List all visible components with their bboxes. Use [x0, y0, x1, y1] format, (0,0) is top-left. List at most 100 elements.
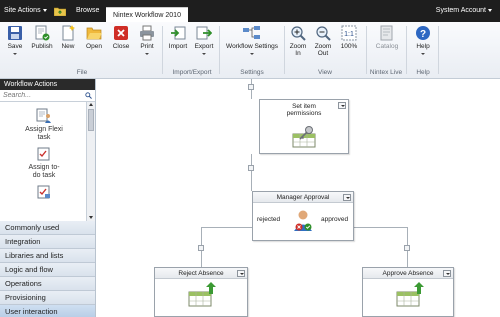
printer-icon [140, 25, 154, 41]
workflow-settings-icon [243, 26, 260, 39]
chevron-down-icon [421, 53, 425, 55]
zoom-in-icon [291, 26, 306, 41]
assign-flexi-task-icon [36, 108, 51, 123]
scrollbar-thumb[interactable] [88, 109, 94, 131]
category-logic-and-flow[interactable]: Logic and flow [0, 263, 95, 277]
ribbon-separator [219, 26, 220, 74]
catalog-icon [380, 25, 393, 41]
group-label-help: Help [416, 69, 430, 76]
group-label-nintex-live: Nintex Live [369, 69, 403, 76]
node-menu-button[interactable] [237, 270, 245, 277]
zoom-out-icon [316, 26, 331, 41]
search-input[interactable] [0, 90, 86, 101]
import-button[interactable]: Import [166, 25, 190, 50]
tab-browse[interactable]: Browse [76, 0, 99, 22]
action-list: Assign Flexi task Assign to-do task [0, 102, 95, 221]
node-title: Reject Absence [155, 268, 247, 279]
chevron-down-icon [42, 8, 47, 12]
open-button[interactable]: Open [82, 25, 106, 50]
ribbon-separator [438, 26, 439, 74]
svg-text:?: ? [420, 29, 426, 40]
zoom-100-icon: 1:1 [341, 25, 357, 41]
close-icon [114, 26, 128, 40]
node-menu-button[interactable] [338, 102, 346, 109]
branch-label-rejected: rejected [257, 216, 281, 223]
chevron-down-icon [488, 8, 492, 12]
action-assign-todo-task[interactable]: Assign to-do task [4, 146, 84, 180]
print-button[interactable]: Print [136, 25, 158, 57]
node-menu-button[interactable] [343, 194, 351, 201]
checklist-icon [37, 185, 50, 199]
update-list-item-icon [396, 282, 424, 307]
user-name: System Account [435, 7, 486, 14]
category-integration[interactable]: Integration [0, 235, 95, 249]
group-label-view: View [318, 69, 332, 76]
folder-up-icon[interactable] [54, 6, 66, 16]
assign-todo-task-icon [37, 147, 50, 161]
top-bar: Site Actions Browse Nintex Workflow 2010… [0, 0, 500, 22]
publish-icon [35, 25, 50, 41]
drop-point[interactable] [404, 245, 410, 251]
user-menu[interactable]: System Account [436, 0, 492, 22]
connector-line [251, 154, 252, 191]
action-list-scrollbar[interactable] [86, 102, 95, 221]
group-label-settings: Settings [240, 69, 264, 76]
drop-point[interactable] [248, 84, 254, 90]
node-menu-button[interactable] [443, 270, 451, 277]
chevron-down-icon [250, 53, 254, 55]
ribbon-separator [366, 26, 367, 74]
workflow-settings-button[interactable]: Workflow Settings [222, 25, 282, 57]
category-user-interaction[interactable]: User interaction [0, 305, 95, 317]
chevron-down-icon [13, 53, 17, 55]
permissions-key-icon [292, 126, 316, 148]
close-button[interactable]: Close [110, 25, 132, 50]
export-icon [196, 26, 212, 40]
ribbon-separator [284, 26, 285, 74]
chevron-down-icon [145, 53, 149, 55]
zoom-in-button[interactable]: Zoom In [287, 25, 309, 57]
tab-nintex-workflow[interactable]: Nintex Workflow 2010 [106, 7, 188, 22]
export-button[interactable]: Export [192, 25, 216, 57]
workflow-canvas[interactable]: Set item permissions Manager Approval re… [97, 79, 500, 317]
publish-button[interactable]: Publish [29, 25, 55, 50]
help-icon: ? [416, 26, 430, 40]
ribbon: Save Publish New Open Close Print File I… [0, 22, 500, 79]
category-operations[interactable]: Operations [0, 277, 95, 291]
zoom-100-button[interactable]: 1:1 100% [338, 25, 360, 50]
site-actions-label: Site Actions [4, 7, 41, 14]
help-button[interactable]: ? Help [412, 25, 434, 57]
category-commonly-used[interactable]: Commonly used [0, 221, 95, 235]
node-set-item-permissions[interactable]: Set item permissions [259, 99, 349, 154]
approval-user-icon [294, 210, 312, 231]
node-title: Set item permissions [286, 103, 322, 117]
scroll-up-icon[interactable] [89, 103, 93, 106]
chevron-down-icon [202, 53, 206, 55]
action-checklist[interactable] [4, 184, 84, 202]
action-assign-flexi-task[interactable]: Assign Flexi task [4, 108, 84, 142]
new-button[interactable]: New [58, 25, 78, 50]
ribbon-separator [162, 26, 163, 74]
ribbon-separator [406, 26, 407, 74]
node-approve-absence[interactable]: Approve Absence [362, 267, 454, 317]
category-provisioning[interactable]: Provisioning [0, 291, 95, 305]
new-document-icon [62, 25, 75, 41]
site-actions-menu[interactable]: Site Actions [4, 0, 47, 22]
scroll-down-icon[interactable] [89, 216, 93, 219]
panel-header: Workflow Actions [0, 79, 95, 90]
save-button[interactable]: Save [4, 25, 26, 57]
update-list-item-icon [188, 282, 216, 307]
catalog-button[interactable]: Catalog [372, 25, 402, 50]
search-icon[interactable] [85, 92, 92, 99]
workflow-actions-panel: Workflow Actions Assign Flexitask Assign… [0, 79, 96, 317]
node-title: Manager Approval [253, 192, 353, 203]
node-manager-approval[interactable]: Manager Approval rejected approved [252, 191, 354, 241]
drop-point[interactable] [198, 245, 204, 251]
category-libraries-and-lists[interactable]: Libraries and lists [0, 249, 95, 263]
drop-point[interactable] [248, 165, 254, 171]
group-label-import-export: Import/Export [172, 69, 212, 76]
branch-label-approved: approved [321, 216, 349, 223]
import-icon [171, 26, 186, 40]
save-icon [8, 26, 22, 40]
node-reject-absence[interactable]: Reject Absence [154, 267, 248, 317]
zoom-out-button[interactable]: Zoom Out [312, 25, 334, 57]
